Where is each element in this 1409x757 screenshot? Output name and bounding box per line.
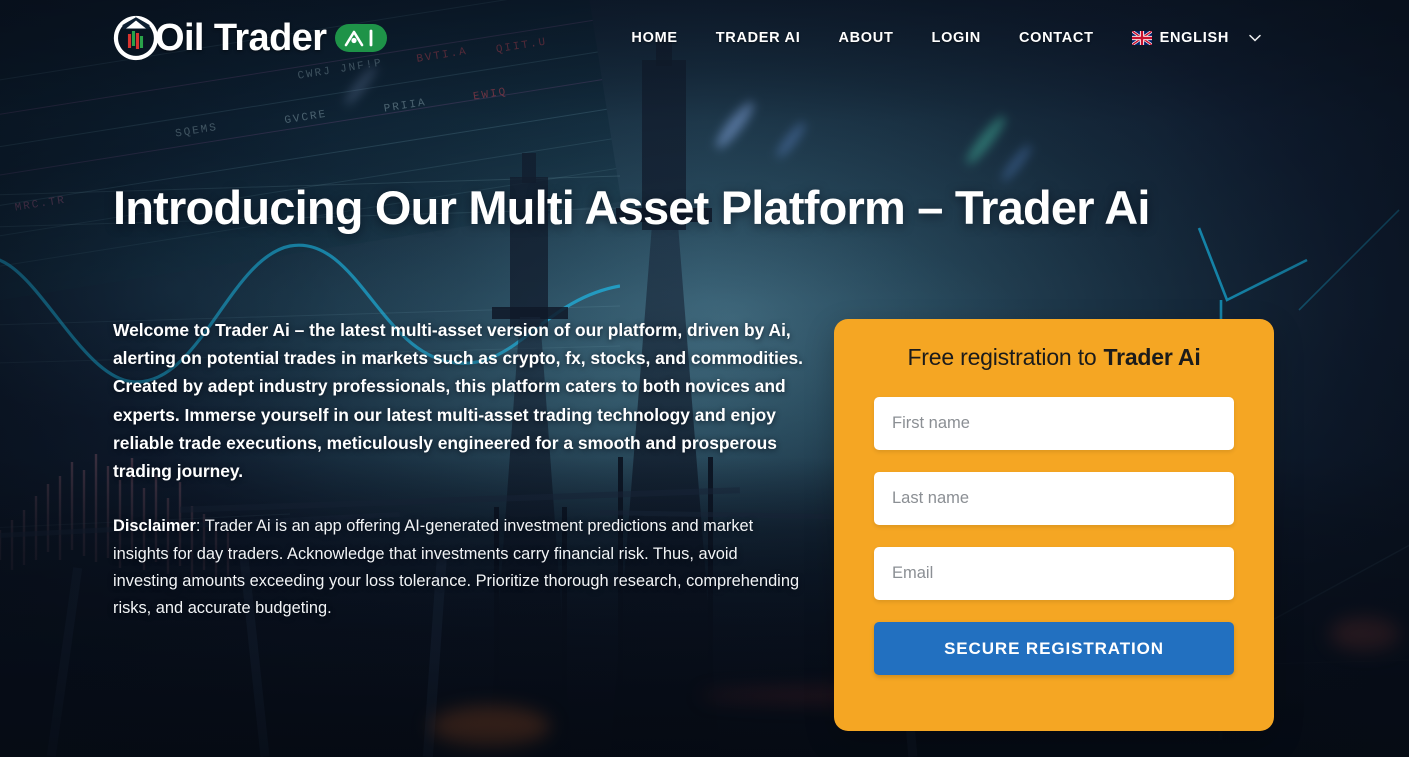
hero-lead-paragraph: Welcome to Trader Ai – the latest multi-… xyxy=(113,320,804,481)
nav-item-trader-ai[interactable]: TRADER AI xyxy=(697,30,820,46)
page-title: Introducing Our Multi Asset Platform – T… xyxy=(113,181,1150,234)
secure-registration-button[interactable]: SECURE REGISTRATION xyxy=(874,622,1234,675)
language-label: ENGLISH xyxy=(1159,30,1229,46)
nav-item-contact[interactable]: CONTACT xyxy=(1000,30,1113,46)
hero-body: Welcome to Trader Ai – the latest multi-… xyxy=(113,316,803,623)
email-input[interactable] xyxy=(874,547,1234,600)
brand-name: Oil Trader xyxy=(155,17,327,59)
first-name-input[interactable] xyxy=(874,397,1234,450)
oil-trader-circle-candlestick-logo xyxy=(113,15,159,61)
ai-badge-icon xyxy=(335,24,388,52)
main-navigation[interactable]: HOME TRADER AI ABOUT LOGIN CONTACT ENGLI… xyxy=(612,30,1261,46)
nav-item-home[interactable]: HOME xyxy=(612,30,696,46)
hero-disclaimer-paragraph: Disclaimer: Trader Ai is an app offering… xyxy=(113,513,803,623)
brand-logo[interactable]: Oil Trader xyxy=(113,15,388,61)
registration-card: Free registration toTrader Ai SECURE REG… xyxy=(834,319,1274,731)
hero-section: Introducing Our Multi Asset Platform – T… xyxy=(113,181,1303,235)
registration-title-prefix: Free registration to xyxy=(907,344,1097,370)
language-switcher[interactable]: ENGLISH xyxy=(1113,30,1261,46)
last-name-input[interactable] xyxy=(874,472,1234,525)
landing-page: CWRJ JNF!P BVTI.A QIIT.U SQEMS GVCRE PRI… xyxy=(0,0,1409,757)
registration-form[interactable]: SECURE REGISTRATION xyxy=(834,371,1274,675)
site-header: Oil Trader HOME TRADER AI ABOUT LOGIN CO… xyxy=(0,0,1409,76)
nav-item-about[interactable]: ABOUT xyxy=(819,30,912,46)
chevron-down-icon[interactable] xyxy=(1249,30,1261,46)
registration-title-brand: Trader Ai xyxy=(1103,344,1201,370)
nav-item-login[interactable]: LOGIN xyxy=(913,30,1000,46)
disclaimer-label: Disclaimer xyxy=(113,517,196,536)
disclaimer-text: : Trader Ai is an app offering AI-genera… xyxy=(113,517,800,618)
uk-flag-icon xyxy=(1131,31,1152,45)
registration-title: Free registration to Trader Ai xyxy=(834,319,1274,371)
